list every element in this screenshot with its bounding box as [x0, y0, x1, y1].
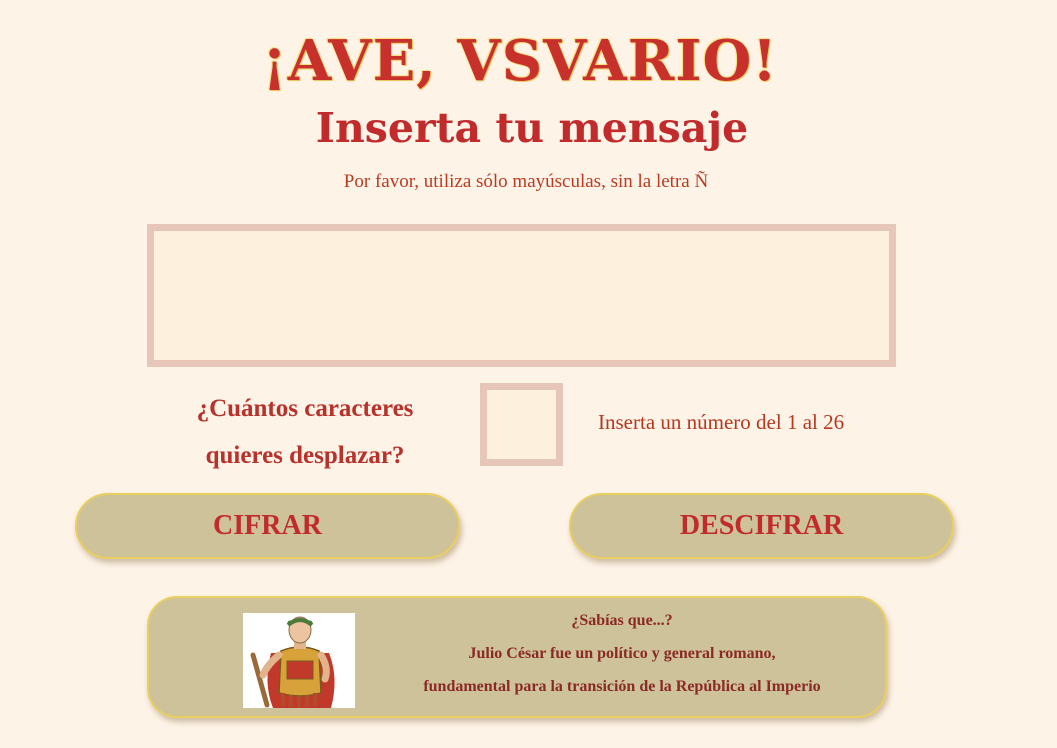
fact-text: ¿Sabías que...? Julio César fue un polít… [362, 604, 882, 703]
page-subtitle: Inserta tu mensaje [315, 104, 749, 152]
input-instructions: Por favor, utiliza sólo mayúsculas, sin … [343, 171, 709, 192]
decrypt-button[interactable]: DESCIFRAR [569, 493, 954, 559]
decrypt-button-label: DESCIFRAR [679, 510, 844, 541]
page-title: ¡AVE, VSVARIO! [262, 28, 778, 94]
shift-hint: Inserta un número del 1 al 26 [598, 410, 845, 434]
message-input[interactable] [147, 224, 896, 367]
fact-line-2: fundamental para la transición de la Rep… [423, 678, 821, 695]
shift-question-line-1: ¿Cuántos caracteres [196, 395, 414, 422]
shift-question-line-2: quieres desplazar? [205, 442, 405, 469]
fact-heading: ¿Sabías que...? [571, 612, 673, 629]
page: ¡AVE, VSVARIO! Inserta tu mensaje Por fa… [0, 0, 1057, 748]
fact-line-1: Julio César fue un político y general ro… [468, 645, 776, 662]
shift-question: ¿Cuántos caracteres quieres desplazar? [160, 385, 450, 479]
fact-card: ¿Sabías que...? Julio César fue un polít… [147, 596, 887, 718]
julius-caesar-portrait-icon [243, 613, 355, 708]
shift-amount-input[interactable] [480, 383, 563, 466]
encrypt-button-label: CIFRAR [213, 510, 322, 541]
encrypt-button[interactable]: CIFRAR [75, 493, 460, 559]
